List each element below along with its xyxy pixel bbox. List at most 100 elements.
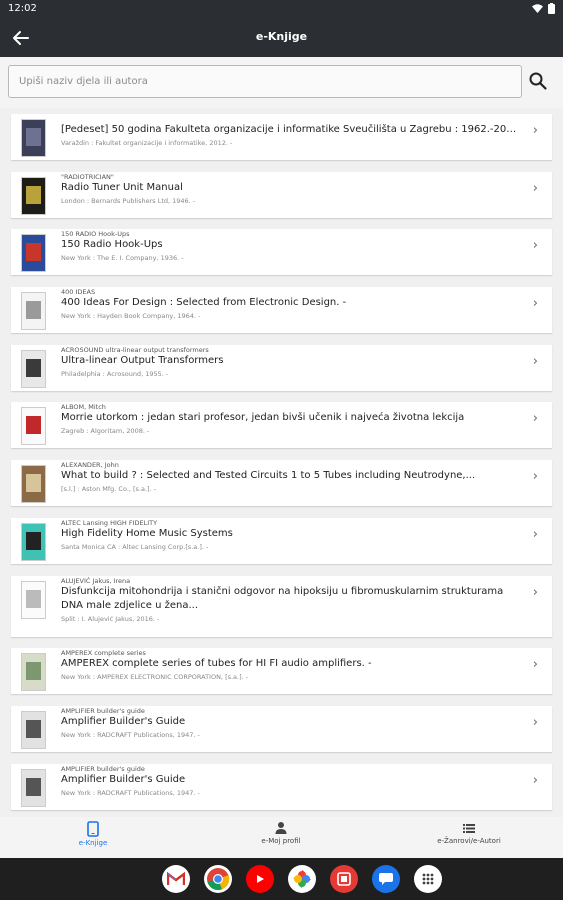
book-list-item[interactable]: ACROSOUND ultra-linear output transforme…: [11, 344, 552, 391]
app-bar: e-Knjige: [0, 18, 563, 57]
page-title: e-Knjige: [255, 30, 308, 43]
nav-item-e-moj-profil[interactable]: e-Moj profil: [206, 821, 356, 845]
chevron-right-icon: ›: [532, 180, 538, 196]
book-list-item[interactable]: ALBOM, Mitch Morrie utorkom : jedan stari…: [11, 402, 552, 449]
news-icon[interactable]: [330, 865, 358, 893]
book-cover-thumbnail: [21, 407, 46, 446]
book-subtitle: 150 RADIO Hook-Ups: [61, 230, 130, 239]
book-cover-art: [26, 185, 41, 204]
search-input[interactable]: [8, 65, 522, 98]
book-cover-art: [26, 474, 41, 493]
book-publisher: [s.l.] : Aston Mfg. Co., [s.a.]. -: [61, 485, 157, 494]
book-list-item[interactable]: AMPLIFIER builder's guide Amplifier Build…: [11, 705, 552, 752]
book-text: ACROSOUND ultra-linear output transforme…: [61, 345, 522, 379]
system-dock: [0, 858, 563, 900]
book-cover-thumbnail: [21, 710, 46, 749]
nav-label: e-Knjige: [78, 839, 108, 847]
book-subtitle: "RADIOTRICIAN": [61, 172, 114, 181]
book-list-item[interactable]: ALEXANDER, John What to build ? : Selecte…: [11, 460, 552, 507]
status-bar: 12:02: [0, 0, 563, 18]
book-cover-art: [26, 777, 41, 796]
book-title: What to build ? : Selected and Tested Ci…: [61, 470, 476, 482]
book-cover-thumbnail: [21, 292, 46, 331]
book-publisher: New York : RADCRAFT Publications, 1947. …: [61, 788, 200, 797]
book-subtitle: AMPLIFIER builder's guide: [61, 764, 145, 773]
book-cover-thumbnail: [21, 234, 46, 273]
book-publisher: Santa Monica CA : Altec Lansing Corp.[s.…: [61, 542, 209, 551]
gmail-icon[interactable]: [162, 865, 190, 893]
chevron-right-icon: ›: [532, 123, 538, 138]
chevron-right-icon: ›: [532, 411, 538, 427]
chevron-right-icon: ›: [532, 714, 538, 730]
book-cover-thumbnail: [21, 580, 46, 619]
tablet-icon: [87, 821, 99, 837]
book-title: Disfunkcija mitohondrija i stanični odgo…: [61, 585, 504, 611]
book-text: ALEXANDER, John What to build ? : Selecte…: [61, 460, 522, 494]
book-cover-thumbnail: [21, 465, 46, 504]
chevron-right-icon: ›: [532, 526, 538, 542]
book-publisher: Split : I. Alujević Jakus, 2016. -: [61, 614, 160, 623]
book-list-item[interactable]: ALUJEVIĆ Jakus, Irena Disfunkcija mitohon…: [11, 575, 552, 637]
book-cover-art: [26, 243, 41, 262]
chevron-right-icon: ›: [532, 584, 538, 600]
book-subtitle: AMPEREX complete series: [61, 649, 146, 658]
book-cover-thumbnail: [21, 349, 46, 388]
nav-item-e-knjige[interactable]: e-Knjige: [18, 821, 168, 847]
photos-icon[interactable]: [288, 865, 316, 893]
book-cover-thumbnail: [21, 768, 46, 807]
book-subtitle: ALUJEVIĆ Jakus, Irena: [61, 576, 131, 585]
book-list-item[interactable]: AMPLIFIER builder's guide Amplifier Build…: [11, 763, 552, 810]
book-list-item[interactable]: AMPEREX complete series AMPEREX complete …: [11, 648, 552, 695]
book-title: Ultra-linear Output Transformers: [61, 354, 224, 366]
chevron-right-icon: ›: [532, 353, 538, 369]
chevron-right-icon: ›: [532, 238, 538, 254]
book-subtitle: ALTEC Lansing HIGH FIDELITY: [61, 518, 158, 527]
book-text: AMPEREX complete series AMPEREX complete …: [61, 648, 522, 682]
book-title: Amplifier Builder's Guide: [61, 773, 186, 785]
book-text: "RADIOTRICIAN" Radio Tuner Unit Manual Lon…: [61, 172, 522, 206]
book-text: ALUJEVIĆ Jakus, Irena Disfunkcija mitohon…: [61, 576, 522, 624]
book-list-item[interactable]: ALTEC Lansing HIGH FIDELITY High Fidelity…: [11, 517, 552, 564]
chevron-right-icon: ›: [532, 296, 538, 312]
book-title: Amplifier Builder's Guide: [61, 715, 186, 727]
book-title: AMPEREX complete series of tubes for HI …: [61, 658, 372, 670]
book-cover-art: [26, 719, 41, 738]
book-cover-art: [26, 128, 41, 146]
book-subtitle: ALBOM, Mitch: [61, 403, 106, 412]
book-subtitle: [61, 115, 522, 123]
book-cover-art: [26, 662, 41, 681]
book-cover-art: [26, 301, 41, 320]
book-subtitle: ALEXANDER, John: [61, 461, 119, 470]
bottom-nav: e-Knjige e-Moj profil e-Žanrovi/e-Autori: [0, 817, 563, 858]
book-publisher: Zagreb : Algoritam, 2008. -: [61, 427, 150, 436]
book-publisher: New York : RADCRAFT Publications, 1947. …: [61, 730, 200, 739]
book-text: 150 RADIO Hook-Ups 150 Radio Hook-Ups New …: [61, 229, 522, 263]
app-drawer-icon[interactable]: [414, 865, 442, 893]
book-title: Morrie utorkom : jedan stari profesor, j…: [61, 412, 465, 424]
book-text: AMPLIFIER builder's guide Amplifier Build…: [61, 764, 522, 798]
book-cover-thumbnail: [21, 653, 46, 692]
nav-item-e-zanrovi-e-autori[interactable]: e-Žanrovi/e-Autori: [394, 821, 544, 845]
chevron-right-icon: ›: [532, 772, 538, 788]
book-text: ALBOM, Mitch Morrie utorkom : jedan stari…: [61, 402, 522, 436]
book-publisher: London : Bernards Publishers Ltd, 1946. …: [61, 196, 196, 205]
chevron-right-icon: ›: [532, 657, 538, 673]
book-text: ALTEC Lansing HIGH FIDELITY High Fidelity…: [61, 518, 522, 552]
book-list-item[interactable]: 400 IDEAS 400 Ideas For Design : Selected…: [11, 287, 552, 334]
book-cover-art: [26, 358, 41, 377]
book-publisher: Varaždin : Fakultet organizacije i infor…: [61, 139, 233, 147]
book-cover-art: [26, 416, 41, 435]
book-title: 150 Radio Hook-Ups: [61, 239, 163, 251]
person-icon: [275, 822, 287, 834]
book-title: Radio Tuner Unit Manual: [61, 181, 183, 193]
book-list-item[interactable]: [Pedeset] 50 godina Fakulteta organizaci…: [11, 114, 552, 160]
youtube-icon[interactable]: [246, 865, 274, 893]
chrome-icon[interactable]: [204, 865, 232, 893]
book-publisher: New York : AMPEREX ELECTRONIC CORPORATIO…: [61, 673, 249, 682]
book-list-item[interactable]: 150 RADIO Hook-Ups 150 Radio Hook-Ups New …: [11, 229, 552, 276]
book-cover-thumbnail: [21, 119, 46, 157]
messages-icon[interactable]: [372, 865, 400, 893]
search-icon[interactable]: [528, 71, 548, 91]
book-title: 400 Ideas For Design : Selected from Ele…: [61, 297, 347, 309]
book-list-item[interactable]: "RADIOTRICIAN" Radio Tuner Unit Manual Lon…: [11, 171, 552, 218]
